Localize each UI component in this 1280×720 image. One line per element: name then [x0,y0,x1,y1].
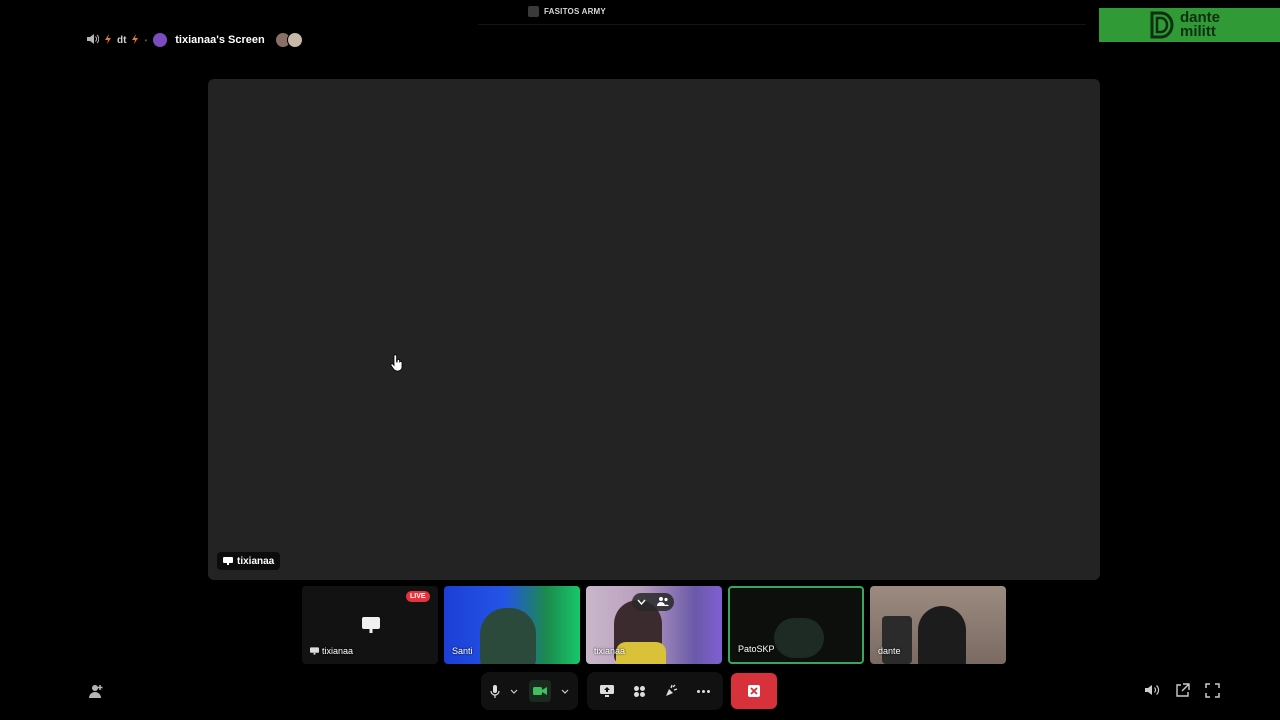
tile-label: dante [878,646,901,656]
bolt-icon [132,33,139,47]
live-badge: LIVE [406,591,430,602]
activities-icon [633,685,645,697]
chevron-down-icon[interactable] [637,597,646,607]
fullscreen-button[interactable] [1205,683,1220,703]
camera-icon [532,687,547,695]
view-controls [1144,683,1220,703]
volume-icon[interactable] [86,33,100,48]
session-controls [587,672,723,710]
hangup-icon [748,685,760,697]
tile-name: dante [878,646,901,656]
channel-short-name[interactable]: dt [117,35,126,46]
participant-tile-patoskp[interactable]: PatoSKP [728,586,864,664]
streamer-tag: tixianaa [217,552,281,570]
popout-icon [1176,683,1190,697]
fullscreen-icon [1205,683,1220,698]
more-icon [696,689,710,693]
logo-text-line2: militt [1180,23,1216,40]
camera-button[interactable] [528,680,551,702]
video-feed-detail [882,616,912,664]
stream-title: tixianaa's Screen [175,34,265,46]
disconnect-button[interactable] [731,673,777,709]
voice-header: dt • tixianaa's Screen [86,30,303,50]
video-feed [774,618,824,658]
tile-label: tixianaa [310,646,353,656]
participant-tile-santi[interactable]: Santi [444,586,580,664]
mic-button[interactable] [490,684,500,698]
mic-options-button[interactable] [510,689,518,694]
volume-button[interactable] [1144,683,1160,703]
chevron-down-icon [510,689,518,694]
participant-tile-tixianaa-screen[interactable]: LIVE tixianaa [302,586,438,664]
bolt-icon [105,33,111,47]
separator-dot: • [144,35,148,45]
server-icon[interactable] [528,6,539,17]
participant-tile-dante[interactable]: dante [870,586,1006,664]
monitor-icon [310,647,319,655]
share-screen-button[interactable] [600,685,615,697]
viewer-avatars[interactable] [271,32,303,48]
logo-mark-icon [1150,11,1174,39]
tile-hover-controls[interactable] [632,593,674,611]
tile-name: PatoSKP [738,644,775,654]
tile-name: tixianaa [594,646,626,656]
video-feed [480,608,536,664]
tile-label: PatoSKP [738,644,775,654]
av-controls [481,672,578,710]
video-feed [918,606,966,664]
tile-name: tixianaa [322,646,354,656]
chevron-down-icon [561,689,569,694]
tile-name: Santi [452,646,473,656]
volume-icon [1145,685,1160,695]
monitor-icon [223,557,233,565]
screen-share-icon [362,617,380,633]
soundboard-button[interactable] [664,684,678,698]
camera-options-button[interactable] [561,689,569,694]
tile-label: tixianaa [594,646,625,656]
streamer-name: tixianaa [237,555,275,567]
mic-icon [490,684,500,698]
hand-cursor-icon [390,354,403,372]
more-options-button[interactable] [696,689,710,693]
participant-tile-tixianaa[interactable]: tixianaa [586,586,722,664]
soundboard-icon [666,684,678,696]
activities-button[interactable] [633,685,646,698]
add-user-icon[interactable] [88,683,104,699]
avatar[interactable] [153,33,168,47]
streamer-logo: dante militt [1099,8,1280,42]
server-name[interactable]: FASITOS ARMY [544,7,606,16]
avatar[interactable] [286,32,303,48]
stream-stage[interactable] [208,79,1100,580]
popout-button[interactable] [1175,683,1190,703]
focus-user-icon[interactable] [656,596,669,608]
tile-label: Santi [452,646,473,656]
share-screen-icon [600,685,615,697]
